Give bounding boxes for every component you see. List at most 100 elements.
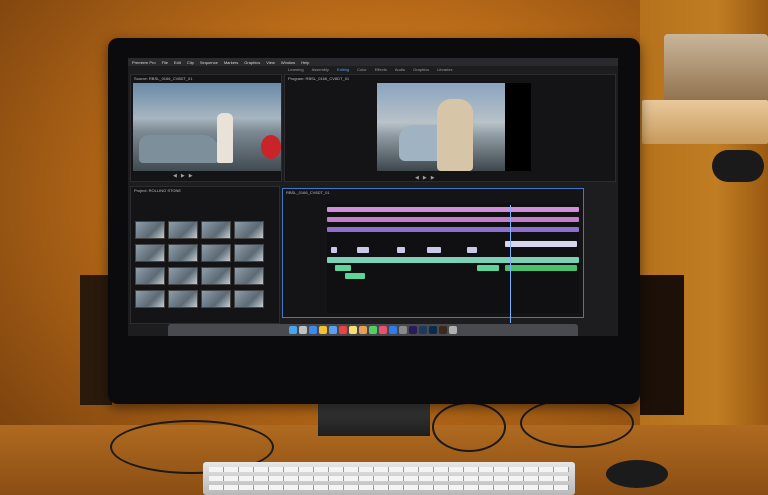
media-thumbnail[interactable] (168, 290, 198, 308)
mail-icon[interactable] (329, 326, 337, 334)
monitor-stand (318, 404, 430, 436)
audio-clip[interactable] (345, 273, 365, 279)
media-thumbnail[interactable] (135, 267, 165, 285)
key-row (209, 476, 569, 481)
video-track-clip[interactable] (327, 207, 579, 212)
media-thumbnail[interactable] (168, 244, 198, 262)
wall-shelf (642, 100, 768, 144)
notes-icon[interactable] (349, 326, 357, 334)
wall-speaker (664, 34, 768, 106)
menu-item[interactable]: Premiere Pro (132, 60, 156, 65)
tab-graphics[interactable]: Graphics (413, 67, 429, 72)
audio-clip[interactable] (335, 265, 351, 271)
dock (168, 324, 578, 336)
media-thumbnail[interactable] (168, 221, 198, 239)
key-row (209, 467, 569, 472)
premiere-pro-icon[interactable] (409, 326, 417, 334)
right-speaker (640, 275, 684, 415)
play-icon[interactable]: ▶ (181, 173, 185, 179)
person (437, 99, 473, 171)
cable (432, 402, 506, 452)
tab-learning[interactable]: Learning (288, 67, 304, 72)
clip[interactable] (467, 247, 477, 253)
menu-item[interactable]: View (266, 60, 275, 65)
settings-icon[interactable] (399, 326, 407, 334)
tab-editing[interactable]: Editing (337, 67, 349, 72)
tab-audio[interactable]: Audio (395, 67, 405, 72)
media-thumbnail[interactable] (135, 244, 165, 262)
program-transport: ◀ ▶ ▶ (415, 175, 435, 181)
media-thumbnail[interactable] (201, 244, 231, 262)
step-back-icon[interactable]: ◀ (415, 175, 419, 181)
messages-icon[interactable] (369, 326, 377, 334)
media-thumbnail[interactable] (234, 267, 264, 285)
media-thumbnail[interactable] (135, 221, 165, 239)
app-store-icon[interactable] (389, 326, 397, 334)
source-monitor: Source: RBSL_0166_CV8DT_01 ◀ ▶ ▶ (130, 74, 282, 182)
program-title: Program: RBSL_0166_CV8DT_01 (288, 76, 350, 81)
clip[interactable] (357, 247, 369, 253)
safari-icon[interactable] (309, 326, 317, 334)
clip[interactable] (397, 247, 405, 253)
workspace-tabs: Learning Assembly Editing Color Effects … (288, 67, 452, 72)
trash-icon[interactable] (449, 326, 457, 334)
menu-item[interactable]: Help (301, 60, 309, 65)
clip[interactable] (505, 241, 577, 247)
menu-bar: Premiere Pro File Edit Clip Sequence Mar… (128, 58, 618, 66)
media-thumbnail[interactable] (234, 244, 264, 262)
source-transport: ◀ ▶ ▶ (173, 173, 193, 179)
menu-item[interactable]: Sequence (200, 60, 218, 65)
calendar-icon[interactable] (339, 326, 347, 334)
cable (520, 398, 634, 448)
launchpad-icon[interactable] (299, 326, 307, 334)
keyboard (203, 462, 575, 495)
play-icon[interactable]: ▶ (423, 175, 427, 181)
tab-assembly[interactable]: Assembly (312, 67, 329, 72)
menu-item[interactable]: Edit (174, 60, 181, 65)
program-frame (377, 83, 531, 171)
video-track-clip[interactable] (327, 227, 579, 232)
menu-item[interactable]: Graphics (244, 60, 260, 65)
media-thumbnail[interactable] (135, 290, 165, 308)
red-object (261, 135, 281, 159)
menu-item[interactable]: Clip (187, 60, 194, 65)
program-image (377, 83, 505, 171)
step-back-icon[interactable]: ◀ (173, 173, 177, 179)
media-thumbnail[interactable] (234, 221, 264, 239)
tab-effects[interactable]: Effects (375, 67, 387, 72)
key-row (209, 485, 569, 490)
audio-clip[interactable] (477, 265, 499, 271)
media-thumbnail[interactable] (234, 290, 264, 308)
project-panel: Project: ROLLING STONE (130, 186, 280, 324)
chrome-icon[interactable] (319, 326, 327, 334)
media-thumbnail[interactable] (201, 290, 231, 308)
media-thumbnail[interactable] (201, 267, 231, 285)
playhead[interactable] (510, 205, 511, 323)
step-forward-icon[interactable]: ▶ (431, 175, 435, 181)
timeline-panel: RBSL_0166_CV8DT_01 (282, 188, 584, 323)
audio-track-clip[interactable] (327, 257, 579, 263)
media-thumbnail[interactable] (168, 267, 198, 285)
clip[interactable] (331, 247, 337, 253)
menu-item[interactable]: File (162, 60, 168, 65)
media-thumbnail[interactable] (201, 221, 231, 239)
tab-color[interactable]: Color (357, 67, 367, 72)
menu-item[interactable]: Window (281, 60, 295, 65)
wall-lamp (712, 150, 764, 182)
timeline-tracks[interactable] (327, 203, 579, 323)
video-track-clip[interactable] (327, 217, 579, 222)
project-title: Project: ROLLING STONE (134, 188, 182, 193)
step-forward-icon[interactable]: ▶ (189, 173, 193, 179)
finder-icon[interactable] (289, 326, 297, 334)
timeline-title: RBSL_0166_CV8DT_01 (286, 190, 330, 195)
menu-item[interactable]: Markers (224, 60, 238, 65)
clip[interactable] (427, 247, 441, 253)
music-icon[interactable] (379, 326, 387, 334)
bridge-icon[interactable] (439, 326, 447, 334)
lightroom-icon[interactable] (419, 326, 427, 334)
photoshop-icon[interactable] (429, 326, 437, 334)
mouse (606, 460, 668, 488)
audio-clip[interactable] (505, 265, 577, 271)
photos-icon[interactable] (359, 326, 367, 334)
tab-libraries[interactable]: Libraries (437, 67, 452, 72)
